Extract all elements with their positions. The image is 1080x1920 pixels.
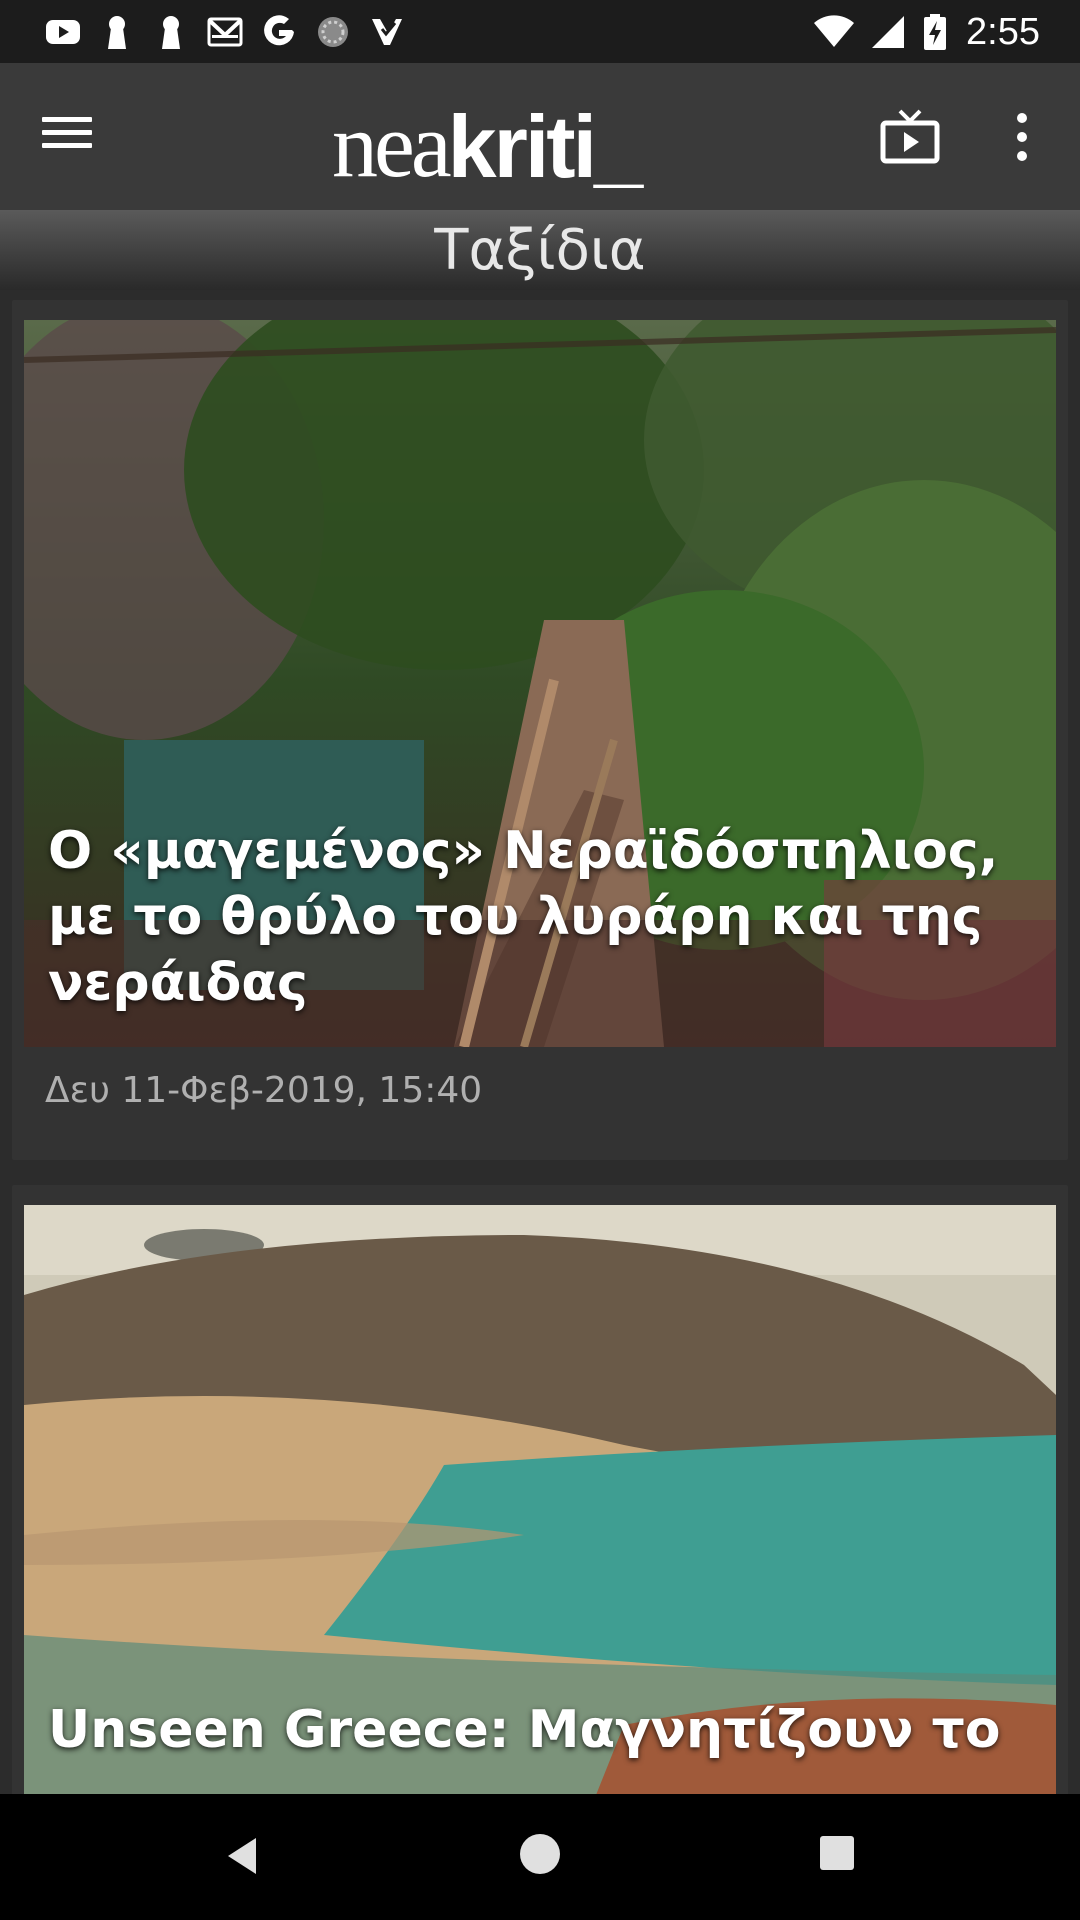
article-card[interactable]: Ο «μαγεμένος» Νεραϊδόσπηλιος, με το θρύλ… [12, 300, 1068, 1160]
app-logo[interactable]: nea kriti_ [332, 81, 643, 196]
gmail-icon [206, 13, 244, 51]
youtube-icon [44, 13, 82, 51]
back-icon[interactable] [222, 1834, 262, 1878]
system-icons: 2:55 [812, 10, 1040, 54]
notification-icons [44, 10, 406, 54]
section-title: Ταξίδια [434, 217, 646, 283]
status-bar: 2:55 [0, 0, 1080, 63]
tv-icon[interactable] [880, 109, 940, 165]
logo-text-light: nea [332, 94, 452, 196]
signal-icon [870, 13, 908, 51]
menu-icon[interactable] [42, 109, 102, 165]
keyhole-icon [152, 13, 190, 51]
article-card[interactable]: Unseen Greece: Μαγνητίζουν το [12, 1185, 1068, 1825]
article-date: Δευ 11-Φεβ-2019, 15:40 [45, 1070, 483, 1111]
article-title[interactable]: Ο «μαγεμένος» Νεραϊδόσπηλιος, με το θρύλ… [48, 818, 1032, 1016]
clock: 2:55 [966, 10, 1040, 53]
battery-charging-icon [922, 13, 948, 51]
inbox-check-icon [368, 13, 406, 51]
recents-icon[interactable] [820, 1836, 854, 1870]
sync-icon [314, 13, 352, 51]
keyhole-icon [98, 13, 136, 51]
section-header: Ταξίδια [0, 210, 1080, 290]
app-bar: nea kriti_ [0, 63, 1080, 210]
logo-text-bold: kriti_ [447, 97, 643, 196]
google-icon [260, 13, 298, 51]
article-title[interactable]: Unseen Greece: Μαγνητίζουν το [48, 1697, 1032, 1763]
more-vert-icon[interactable] [1008, 109, 1036, 165]
wifi-icon [812, 13, 856, 51]
home-icon[interactable] [520, 1834, 560, 1874]
navigation-bar [0, 1794, 1080, 1920]
